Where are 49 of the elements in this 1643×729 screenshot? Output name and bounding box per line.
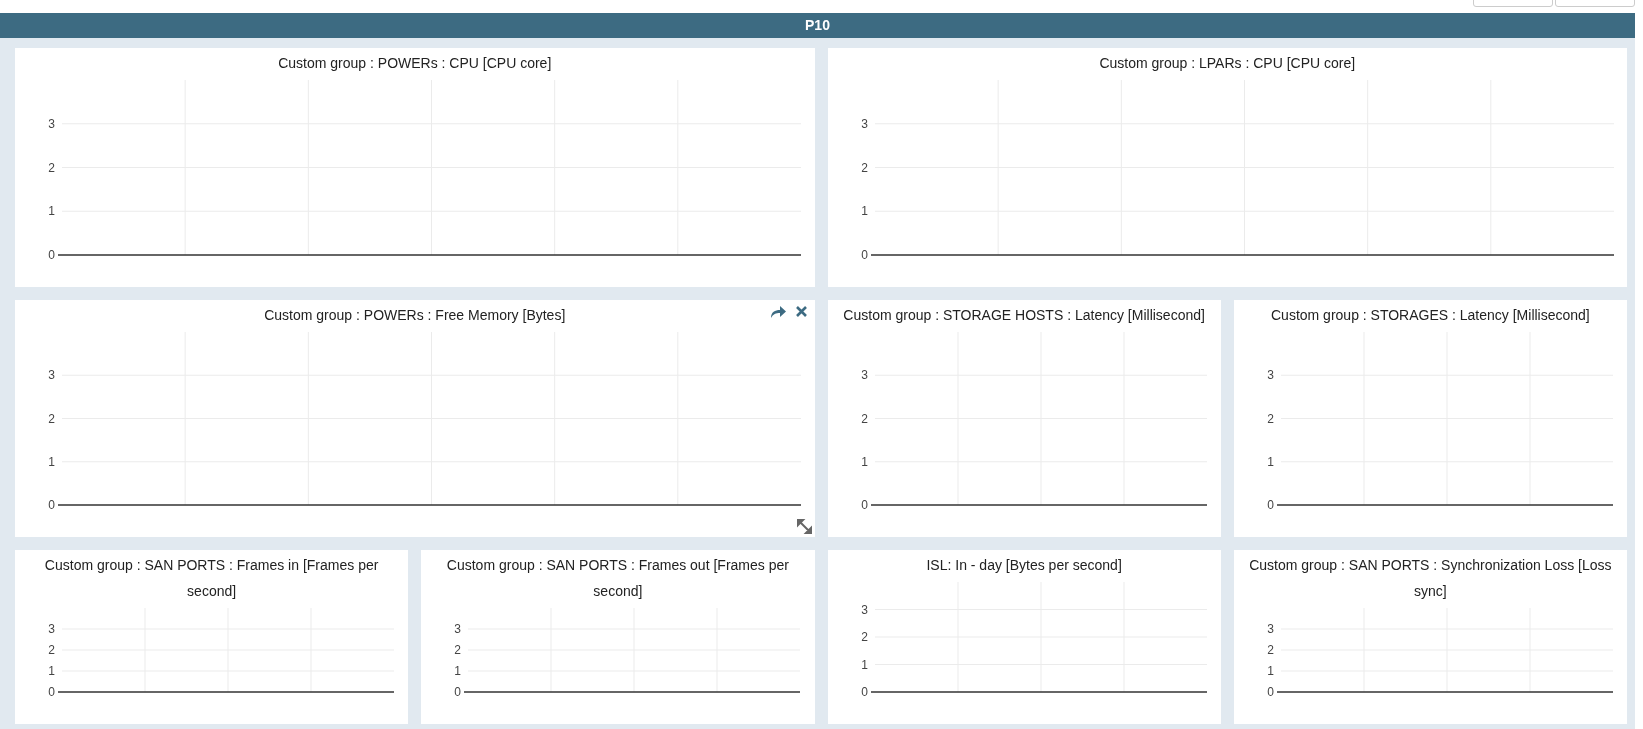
axis-tick-label: 0 — [454, 685, 462, 699]
axis-tick-label: 3 — [860, 116, 868, 131]
axis-tick-label: 0 — [1267, 685, 1274, 699]
axis-tick-label: 0 — [48, 498, 55, 512]
chart-title: Custom group : POWERs : CPU [CPU core] — [277, 54, 553, 73]
axis-tick-label: 2 — [48, 160, 55, 175]
axis-tick-label: 0 — [860, 685, 868, 699]
axis-tick-label: 2 — [1267, 411, 1274, 426]
axis-tick-label: 1 — [1267, 454, 1274, 469]
axis-tick-label: 3 — [1267, 622, 1274, 636]
share-icon[interactable] — [769, 306, 786, 318]
close-icon[interactable] — [795, 306, 807, 317]
axis-tick-label: 0 — [860, 498, 868, 512]
axis-tick-label: 1 — [48, 204, 55, 219]
axis-tick-label: 1 — [48, 454, 55, 469]
section-header: P10 — [0, 13, 1635, 38]
axis-tick-label: 2 — [860, 160, 868, 175]
axis-tick-label: 0 — [48, 685, 55, 699]
chart-title: Custom group : SAN PORTS : Synchronization Loss [Loss sync] — [1248, 556, 1613, 601]
chart-title: Custom group : LPARs : CPU [CPU core] — [1098, 54, 1357, 73]
axis-tick-label: 0 — [860, 248, 868, 262]
axis-tick-label: 2 — [860, 411, 868, 426]
axis-tick-label: 1 — [860, 657, 868, 672]
axis-tick-label: 1 — [454, 664, 462, 678]
axis-tick-label: 3 — [860, 368, 868, 383]
axis-tick-label: 3 — [454, 622, 462, 636]
axis-tick-label: 3 — [860, 602, 868, 617]
axis-tick-label: 3 — [1267, 368, 1274, 383]
axis-tick-label: 3 — [48, 622, 55, 636]
axis-tick-label: 1 — [1267, 664, 1274, 678]
chart-title: ISL: In - day [Bytes per second] — [925, 556, 1123, 575]
axis-tick-label: 3 — [48, 116, 55, 131]
chart-title: Custom group : SAN PORTS : Frames out [Frames per second] — [445, 556, 790, 601]
axis-tick-label: 2 — [860, 630, 868, 644]
chart-title: Custom group : STORAGES : Latency [Millisecond] — [1270, 306, 1591, 325]
axis-tick-label: 2 — [48, 643, 55, 657]
axis-tick-label: 2 — [1267, 643, 1274, 657]
axis-tick-label: 0 — [48, 248, 55, 262]
axis-tick-label: 0 — [1267, 498, 1274, 512]
axis-tick-label: 2 — [48, 411, 55, 426]
axis-tick-label: 2 — [454, 643, 462, 657]
axis-tick-label: 1 — [48, 664, 55, 678]
chart-title: Custom group : SAN PORTS : Frames in [Frames per second] — [43, 556, 380, 601]
axis-tick-label: 1 — [860, 454, 868, 469]
chart-title: Custom group : POWERs : Free Memory [Bytes] — [263, 306, 567, 325]
resize-handle-icon[interactable] — [796, 519, 812, 534]
axis-tick-label: 3 — [48, 368, 55, 383]
axis-tick-label: 1 — [860, 204, 868, 219]
chart-title: Custom group : STORAGE HOSTS : Latency [Millisecond] — [842, 306, 1206, 325]
